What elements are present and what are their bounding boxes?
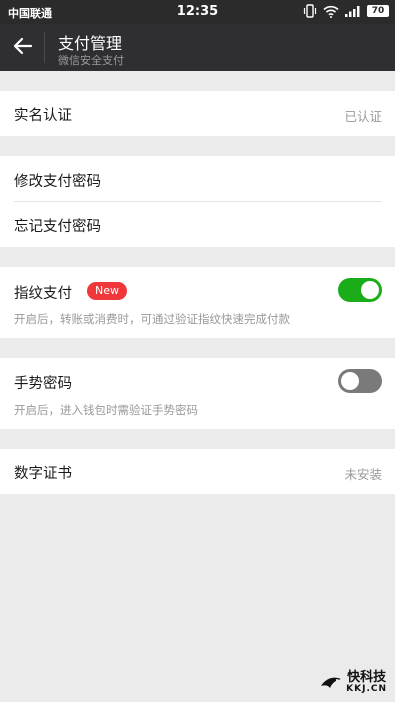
gesture-label: 手势密码 [14, 376, 72, 392]
change-password-label: 修改支付密码 [14, 174, 101, 190]
bird-logo-icon [321, 677, 342, 688]
vibrate-icon [303, 4, 317, 18]
list-item-real-name[interactable]: 实名认证 已认证 [0, 91, 395, 136]
list-item-gesture: 手势密码 开启后，进入钱包时需验证手势密码 [0, 358, 395, 429]
real-name-status: 已认证 [344, 109, 382, 124]
header-divider [44, 32, 45, 63]
certificate-status: 未安装 [344, 467, 382, 482]
forgot-password-label: 忘记支付密码 [14, 219, 101, 235]
list-item-certificate[interactable]: 数字证书 未安装 [0, 449, 395, 494]
watermark: 快科技 KKJ.CN [320, 671, 387, 694]
fingerprint-description: 开启后，转账或消费时，可通过验证指纹快速完成付款 [14, 312, 290, 326]
header: 支付管理 微信安全支付 [0, 24, 395, 71]
toggle-knob [341, 372, 359, 390]
toggle-knob [361, 281, 379, 299]
page-title: 支付管理 [58, 34, 123, 53]
wifi-icon [323, 5, 339, 18]
watermark-text: 快科技 [347, 670, 387, 685]
fingerprint-toggle[interactable] [338, 278, 382, 302]
page-subtitle: 微信安全支付 [58, 54, 124, 67]
back-arrow-icon[interactable] [12, 35, 34, 57]
list-item-forgot-password[interactable]: 忘记支付密码 [0, 202, 395, 247]
real-name-label: 实名认证 [14, 108, 72, 124]
new-badge: New [87, 282, 127, 300]
gesture-description: 开启后，进入钱包时需验证手势密码 [14, 403, 198, 417]
status-bar: 中国联通 12:35 70 [0, 0, 395, 24]
certificate-label: 数字证书 [14, 466, 72, 482]
watermark-subtext: KKJ.CN [346, 684, 387, 694]
fingerprint-label: 指纹支付 [14, 286, 72, 302]
battery-icon: 70 [367, 5, 389, 17]
gesture-toggle[interactable] [338, 369, 382, 393]
password-group: 修改支付密码 忘记支付密码 [0, 156, 395, 247]
signal-icon [345, 6, 360, 17]
list-item-change-password[interactable]: 修改支付密码 [0, 156, 395, 201]
status-icons: 70 [303, 4, 389, 18]
list-item-fingerprint: 指纹支付 New 开启后，转账或消费时，可通过验证指纹快速完成付款 [0, 267, 395, 338]
